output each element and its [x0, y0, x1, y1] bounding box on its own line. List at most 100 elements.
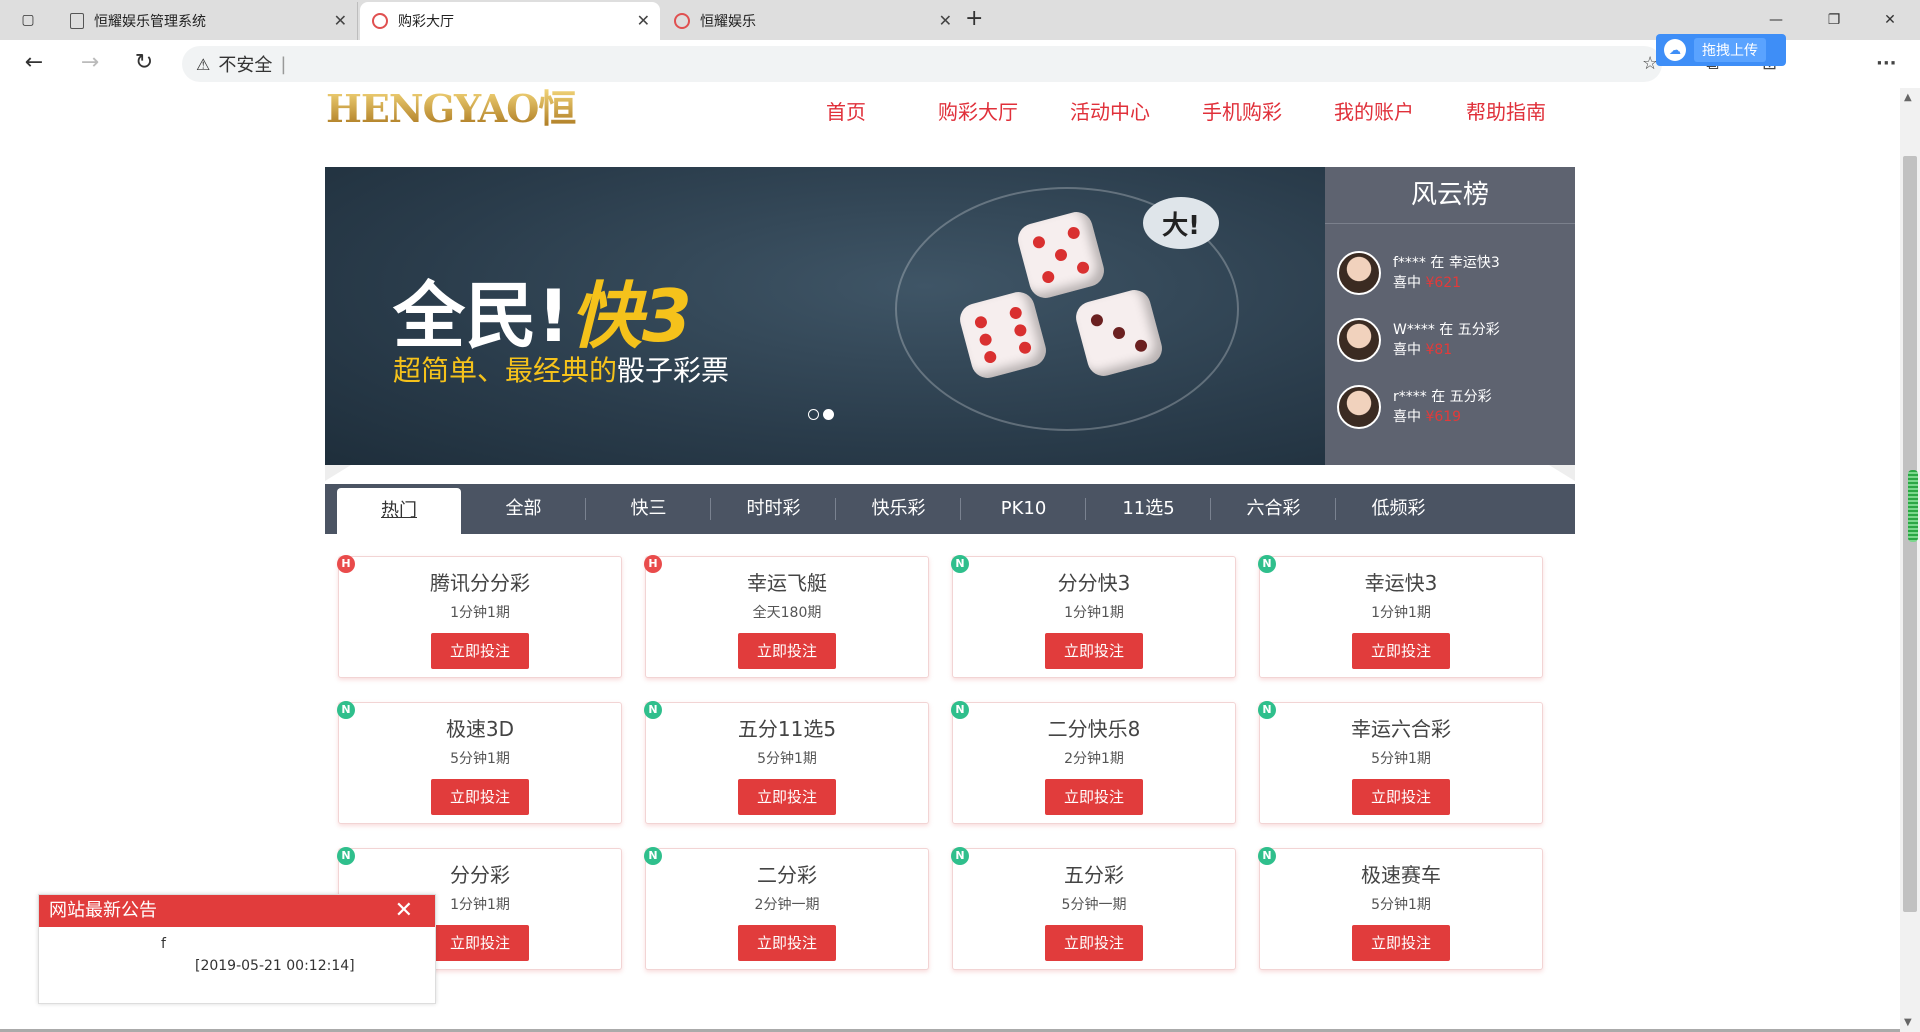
url-separator: | [280, 53, 287, 75]
user-avatar [1337, 251, 1381, 295]
game-name: 二分快乐8 [1047, 717, 1141, 741]
banner-headline-a: 全民! [393, 274, 570, 358]
side-widget-handle[interactable] [1908, 470, 1918, 542]
browser-tab-3[interactable]: 恒耀娱乐 ✕ [662, 2, 962, 40]
game-card[interactable]: N 幸运六合彩 5分钟1期 立即投注 [1258, 701, 1543, 824]
game-card[interactable]: H 幸运飞艇 全天180期 立即投注 [644, 555, 929, 678]
close-icon[interactable]: ✕ [395, 895, 413, 927]
restore-icon[interactable]: ❐ [1814, 0, 1854, 40]
game-name: 五分11选5 [737, 717, 837, 741]
forward-icon[interactable]: → [76, 50, 104, 75]
tab-k3[interactable]: 快三 [586, 484, 711, 534]
game-card[interactable]: N 极速赛车 5分钟1期 立即投注 [1258, 847, 1543, 970]
nav-mobile[interactable]: 手机购彩 [1176, 96, 1308, 125]
scrollbar[interactable]: ▲ ▼ [1900, 88, 1920, 1032]
bet-now-button[interactable]: 立即投注 [1352, 925, 1450, 961]
decor-corner [1549, 465, 1575, 481]
tab-all[interactable]: 全部 [461, 484, 586, 534]
badge-new-icon: N [1258, 701, 1276, 719]
browser-tab-2[interactable]: 购彩大厅 ✕ [360, 2, 660, 40]
tab-title: 恒耀娱乐管理系统 [94, 14, 206, 30]
tab-low-freq[interactable]: 低频彩 [1336, 484, 1461, 534]
browser-tab-1[interactable]: 恒耀娱乐管理系统 ✕ [58, 2, 358, 40]
nav-activities[interactable]: 活动中心 [1044, 96, 1176, 125]
game-name: 幸运飞艇 [747, 571, 827, 595]
category-tabs: 热门 全部 快三 时时彩 快乐彩 PK10 11选5 六合彩 低频彩 [325, 484, 1575, 534]
main-nav: 首页 购彩大厅 活动中心 手机购彩 我的账户 帮助指南 [780, 96, 1572, 125]
game-card[interactable]: N 五分彩 5分钟一期 立即投注 [951, 847, 1236, 970]
game-card[interactable]: N 二分快乐8 2分钟1期 立即投注 [951, 701, 1236, 824]
tab-title: 恒耀娱乐 [700, 14, 756, 30]
badge-new-icon: N [337, 847, 355, 865]
bet-now-button[interactable]: 立即投注 [1045, 925, 1143, 961]
bet-now-button[interactable]: 立即投注 [738, 633, 836, 669]
game-period: 1分钟1期 [450, 605, 510, 621]
banner-headline-b: 快3 [569, 274, 692, 358]
bet-now-button[interactable]: 立即投注 [1352, 633, 1450, 669]
nav-account[interactable]: 我的账户 [1308, 96, 1440, 125]
badge-new-icon: N [644, 701, 662, 719]
more-menu-icon[interactable]: ··· [1876, 53, 1897, 74]
close-tab-icon[interactable]: ✕ [637, 11, 650, 30]
banner-headline: 全民!快3 [393, 257, 692, 362]
bet-now-button[interactable]: 立即投注 [738, 779, 836, 815]
site-favicon-icon [372, 13, 388, 29]
bet-now-button[interactable]: 立即投注 [431, 779, 529, 815]
game-card[interactable]: N 二分彩 2分钟一期 立即投注 [644, 847, 929, 970]
nav-help[interactable]: 帮助指南 [1440, 96, 1572, 125]
baidu-upload-widget[interactable]: ☁ 拖拽上传 [1656, 34, 1786, 66]
notice-text[interactable]: f [121, 933, 435, 955]
tab-11x5[interactable]: 11选5 [1086, 484, 1211, 534]
bet-now-button[interactable]: 立即投注 [1045, 779, 1143, 815]
close-tab-icon[interactable]: ✕ [334, 11, 347, 30]
scroll-down-icon[interactable]: ▼ [1904, 1017, 1912, 1028]
leaderboard-item: W**** 在 五分彩 喜中 ¥81 [1337, 318, 1500, 362]
badge-new-icon: N [951, 555, 969, 573]
banner-sub-a: 超简单、最经典的 [393, 354, 618, 387]
game-name: 幸运六合彩 [1351, 717, 1451, 741]
reload-icon[interactable]: ↻ [130, 50, 158, 75]
winner-line: r**** 在 五分彩 [1393, 389, 1492, 405]
carousel-dot-1[interactable] [808, 409, 819, 420]
site-logo[interactable]: HENGYAO恒耀 [326, 88, 586, 172]
promo-banner[interactable]: 全民!快3 超简单、最经典的骰子彩票 大! [325, 167, 1325, 465]
tab-lhc[interactable]: 六合彩 [1211, 484, 1336, 534]
bet-now-button[interactable]: 立即投注 [738, 925, 836, 961]
upload-label: 拖拽上传 [1694, 38, 1766, 62]
tab-actions-icon[interactable]: ▢ [8, 0, 48, 40]
bet-now-button[interactable]: 立即投注 [431, 633, 529, 669]
game-period: 全天180期 [752, 605, 822, 621]
badge-new-icon: N [1258, 847, 1276, 865]
bet-now-button[interactable]: 立即投注 [1045, 633, 1143, 669]
tab-ssc[interactable]: 时时彩 [711, 484, 836, 534]
winner-amount: ¥81 [1425, 342, 1453, 358]
page-icon [70, 13, 84, 29]
winner-prefix: 喜中 [1393, 409, 1421, 425]
cloud-icon: ☁ [1664, 39, 1686, 61]
tab-klc[interactable]: 快乐彩 [836, 484, 961, 534]
game-card[interactable]: N 极速3D 5分钟1期 立即投注 [337, 701, 622, 824]
back-icon[interactable]: ← [20, 50, 48, 75]
bet-now-button[interactable]: 立即投注 [1352, 779, 1450, 815]
tab-title: 购彩大厅 [398, 14, 454, 30]
carousel-dot-2[interactable] [823, 409, 834, 420]
tab-pk10[interactable]: PK10 [961, 484, 1086, 534]
new-tab-icon[interactable]: + [965, 6, 983, 31]
close-tab-icon[interactable]: ✕ [939, 11, 952, 30]
nav-lottery-hall[interactable]: 购彩大厅 [912, 96, 1044, 125]
url-field[interactable]: ⚠ 不安全 | [182, 46, 1662, 82]
scroll-up-icon[interactable]: ▲ [1904, 92, 1912, 103]
game-card[interactable]: H 腾讯分分彩 1分钟1期 立即投注 [337, 555, 622, 678]
game-card[interactable]: N 分分快3 1分钟1期 立即投注 [951, 555, 1236, 678]
bet-now-button[interactable]: 立即投注 [431, 925, 529, 961]
game-period: 1分钟1期 [1064, 605, 1124, 621]
tab-hot[interactable]: 热门 [337, 488, 461, 534]
notice-popup: 网站最新公告 ✕ f [2019-05-21 00:12:14] [38, 894, 436, 1004]
game-card[interactable]: N 五分11选5 5分钟1期 立即投注 [644, 701, 929, 824]
nav-home[interactable]: 首页 [780, 96, 912, 125]
close-window-icon[interactable]: ✕ [1870, 0, 1910, 40]
security-label[interactable]: 不安全 [218, 51, 272, 77]
game-period: 2分钟1期 [1064, 751, 1124, 767]
game-card[interactable]: N 幸运快3 1分钟1期 立即投注 [1258, 555, 1543, 678]
game-name: 幸运快3 [1364, 571, 1438, 595]
